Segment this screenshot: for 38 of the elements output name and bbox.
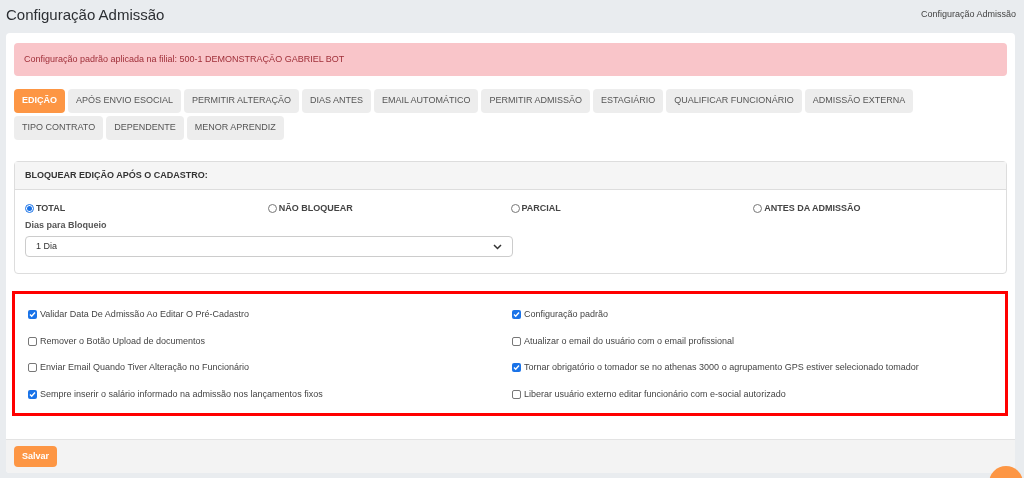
checkbox[interactable] [512,336,521,346]
checkbox[interactable] [512,310,521,320]
tab[interactable]: ADMISSÃO EXTERNA [804,89,914,113]
tab[interactable]: DIAS ANTES [301,89,371,113]
checkbox-label: Liberar usuário externo editar funcionário com e-social autorizado [524,387,786,401]
chevron-down-icon [493,243,502,250]
checkbox[interactable] [28,310,37,320]
checkbox-label: Enviar Email Quando Tiver Alteração no Funcionário [40,361,250,374]
checkbox-label: Remover o Botão Upload de documentos [40,334,206,348]
checkbox-label: Sempre inserir o salário informado na admissão nos lançamentos fixos [40,387,323,401]
tab[interactable]: QUALIFICAR FUNCIONÁRIO [666,89,802,113]
tab[interactable]: EMAIL AUTOMÁTICO [373,89,479,113]
breadcrumb: Configuração Admissão [920,8,1017,22]
checkbox-label: Configuração padrão [524,308,609,321]
tab[interactable]: DEPENDENTE [106,116,184,140]
tab[interactable]: ESTAGIÁRIO [592,89,664,113]
radio-label: TOTAL [36,202,66,215]
checkbox[interactable] [512,389,521,399]
tab[interactable]: APÓS ENVIO ESOCIAL [68,89,182,113]
radio-label: PARCIAL [521,202,561,215]
tab[interactable]: TIPO CONTRATO [14,116,104,140]
alert-message: Configuração padrão aplicada na filial: 500-1 DEMONSTRAÇÃO GABRIEL BOT [14,43,1007,76]
tab[interactable]: PERMITIR ADMISSÃO [481,89,590,113]
tab[interactable]: PERMITIR ALTERAÇÃO [184,89,299,113]
radio-label: NÃO BLOQUEAR [278,202,353,215]
checkbox[interactable] [28,336,37,346]
checkbox-label: Atualizar o email do usuário com o email profissional [524,334,735,348]
checkbox[interactable] [28,363,37,373]
days-select[interactable]: 1 Dia [25,236,513,257]
radio-label: ANTES DA ADMISSÃO [764,202,861,215]
checkbox-label: Tornar obrigatório o tomador se no athenas 3000 o agrupamento GPS estiver selecionado tomador [524,361,919,374]
checkbox-label: Validar Data De Admissão Ao Editar O Pré-Cadastro [40,308,249,321]
field-label: Dias para Bloqueio [24,218,108,232]
tab[interactable]: MENOR APRENDIZ [186,116,284,140]
checkbox[interactable] [28,389,37,399]
checkbox[interactable] [512,363,521,373]
panel-header: BLOQUEAR EDIÇÃO APÓS O CADASTRO: [15,162,1006,190]
page-title: Configuração Admissão [6,4,165,25]
